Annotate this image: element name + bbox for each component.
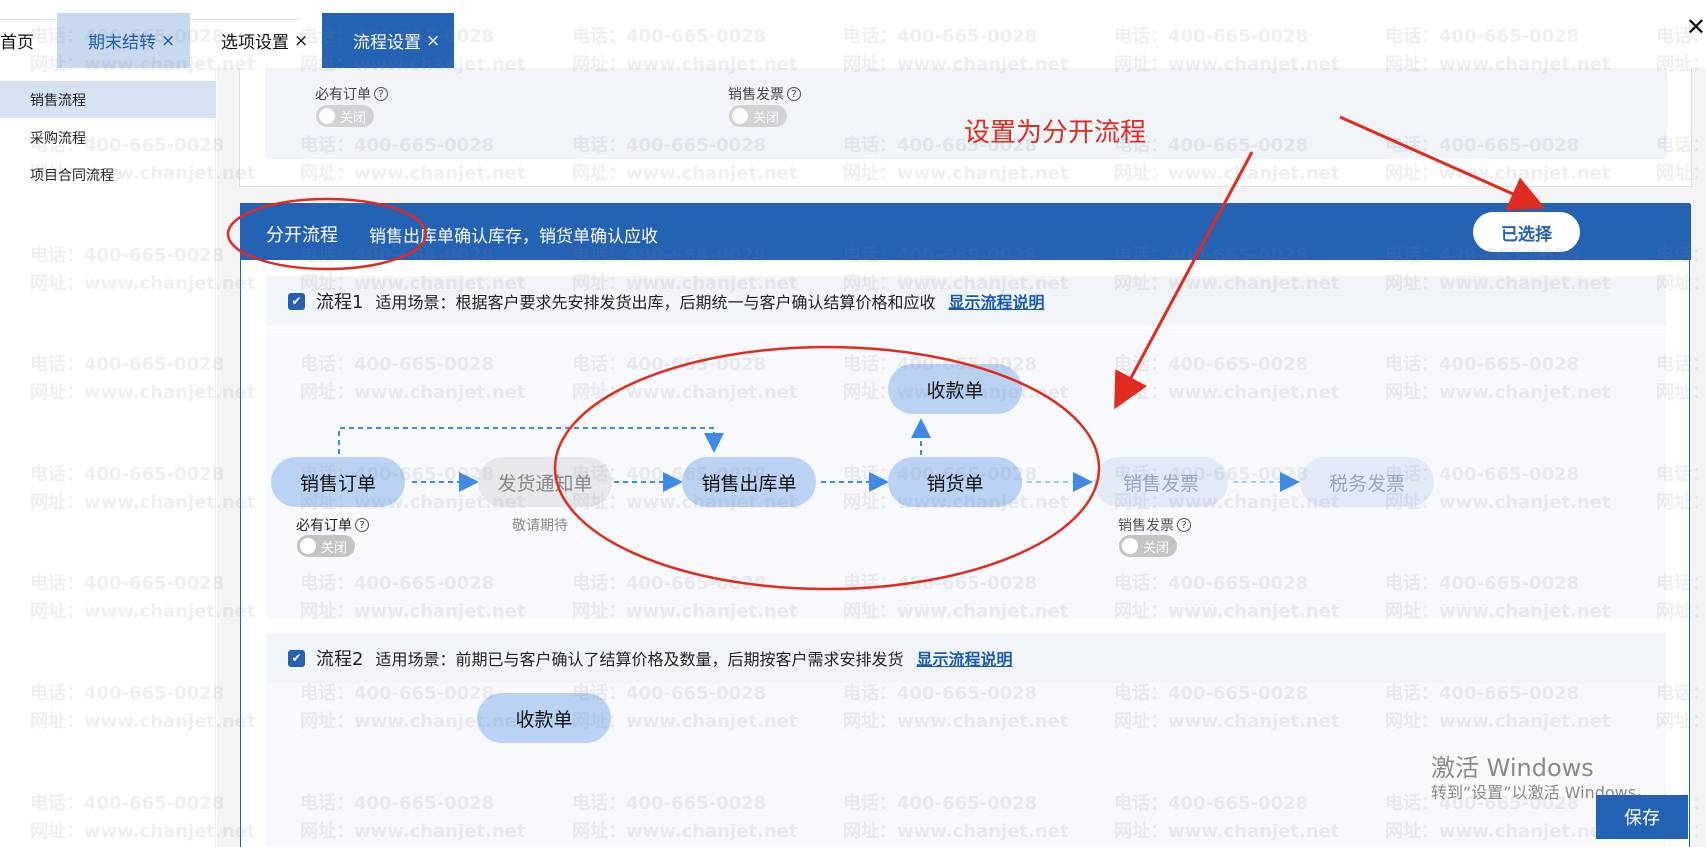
tab-period-close-label: 期末结转 xyxy=(88,33,156,53)
tab-flow-settings[interactable]: 流程设置 × xyxy=(322,13,454,68)
coming-soon-caption: 敬请期待 xyxy=(512,518,568,534)
tab-home[interactable]: 首页 xyxy=(0,13,34,68)
sales-invoice-caption: 销售发票 ? xyxy=(728,84,801,104)
tab-options-label: 选项设置 xyxy=(221,33,289,53)
flow1-name: 流程1 xyxy=(316,292,364,313)
node-receipt[interactable]: 收款单 xyxy=(477,693,611,743)
order-required-label: 必有订单 xyxy=(296,518,352,534)
sidebar-item-project-contract-flow[interactable]: 项目合同流程 xyxy=(0,156,216,193)
order-required-toggle[interactable]: 关闭 xyxy=(297,535,355,557)
close-icon[interactable]: × xyxy=(426,31,440,51)
help-icon[interactable]: ? xyxy=(355,518,369,532)
close-icon[interactable]: × xyxy=(161,31,175,51)
node-delivery-notice: 发货通知单 xyxy=(478,457,612,507)
flow2-checkbox[interactable]: ✔ xyxy=(288,649,305,667)
flow2-scene: 适用场景：前期已与客户确认了结算价格及数量，后期按客户需求安排发货 xyxy=(375,650,904,669)
annotation-label: 设置为分开流程 xyxy=(964,118,1147,148)
node-sales-invoice[interactable]: 销售发票 xyxy=(1094,457,1228,507)
sidebar: 销售流程 采购流程 项目合同流程 xyxy=(0,68,216,847)
split-flow-title: 分开流程 xyxy=(266,225,338,246)
flow1-checkbox[interactable]: ✔ xyxy=(288,292,305,310)
node-sales-doc[interactable]: 销货单 xyxy=(888,457,1022,507)
sales-invoice-caption: 销售发票 ? xyxy=(1118,515,1191,535)
toggle-label: 关闭 xyxy=(753,110,780,126)
toggle-knob xyxy=(1122,538,1138,554)
flow1-header: ✔ 流程1 适用场景：根据客户要求先安排发货出库，后期统一与客户确认结算价格和应… xyxy=(266,276,1666,326)
node-receipt[interactable]: 收款单 xyxy=(888,364,1022,414)
split-flow-description: 销售出库单确认库存，销货单确认应收 xyxy=(369,227,658,247)
toggle-label: 关闭 xyxy=(1143,540,1170,556)
flow1-show-description-link[interactable]: 显示流程说明 xyxy=(948,289,1044,313)
flow1-scene: 适用场景：根据客户要求先安排发货出库，后期统一与客户确认结算价格和应收 xyxy=(375,293,936,312)
page: 首页 期末结转 × 选项设置 × 流程设置 × ✕ 销售流程 采购流程 项目合同… xyxy=(0,0,1706,847)
close-icon[interactable]: × xyxy=(294,31,308,51)
windows-activation-title: 激活 Windows xyxy=(1431,754,1594,782)
toggle-label: 关闭 xyxy=(321,540,348,556)
tab-flow-settings-label: 流程设置 xyxy=(353,33,421,53)
flow1-diagram: 销售订单 发货通知单 销售出库单 销货单 收款单 销售发票 税务发票 必有订单 … xyxy=(266,329,1666,619)
help-icon[interactable]: ? xyxy=(1177,518,1191,532)
toggle-knob xyxy=(300,538,316,554)
tab-options[interactable]: 选项设置 × xyxy=(221,13,308,68)
toggle-knob xyxy=(732,108,748,124)
help-icon[interactable]: ? xyxy=(787,87,801,101)
selected-button[interactable]: 已选择 xyxy=(1473,212,1580,252)
sales-invoice-label: 销售发票 xyxy=(1118,518,1174,534)
node-tax-invoice[interactable]: 税务发票 xyxy=(1300,457,1434,507)
sidebar-item-sales-flow[interactable]: 销售流程 xyxy=(0,81,216,118)
sidebar-item-purchase-flow[interactable]: 采购流程 xyxy=(0,119,216,156)
order-required-caption: 必有订单 ? xyxy=(315,84,388,104)
flow2-name: 流程2 xyxy=(316,649,364,670)
flow2-header: ✔ 流程2 适用场景：前期已与客户确认了结算价格及数量，后期按客户需求安排发货 … xyxy=(266,633,1666,683)
save-button[interactable]: 保存 xyxy=(1596,795,1688,839)
order-required-toggle[interactable]: 关闭 xyxy=(316,105,374,127)
flow2-show-description-link[interactable]: 显示流程说明 xyxy=(916,646,1012,670)
help-icon[interactable]: ? xyxy=(374,87,388,101)
split-flow-header[interactable]: 分开流程 销售出库单确认库存，销货单确认应收 已选择 xyxy=(241,204,1691,260)
order-required-label: 必有订单 xyxy=(315,87,371,103)
sales-invoice-toggle[interactable]: 关闭 xyxy=(1119,535,1177,557)
toggle-knob xyxy=(319,108,335,124)
tab-period-close[interactable]: 期末结转 × xyxy=(57,13,190,68)
node-sales-outbound[interactable]: 销售出库单 xyxy=(682,457,816,507)
order-required-caption: 必有订单 ? xyxy=(296,515,369,535)
window-close-icon[interactable]: ✕ xyxy=(1686,13,1706,41)
tab-bar: 首页 期末结转 × 选项设置 × 流程设置 × xyxy=(0,13,1706,68)
tab-home-label: 首页 xyxy=(0,33,34,53)
sales-invoice-label: 销售发票 xyxy=(728,87,784,103)
sales-invoice-toggle[interactable]: 关闭 xyxy=(729,105,787,127)
node-sales-order[interactable]: 销售订单 xyxy=(271,457,405,507)
toggle-label: 关闭 xyxy=(340,110,367,126)
main-content: 必有订单 ? 关闭 销售发票 ? 关闭 分开流程 销售出库单确认库存，销货单确认… xyxy=(217,68,1706,847)
